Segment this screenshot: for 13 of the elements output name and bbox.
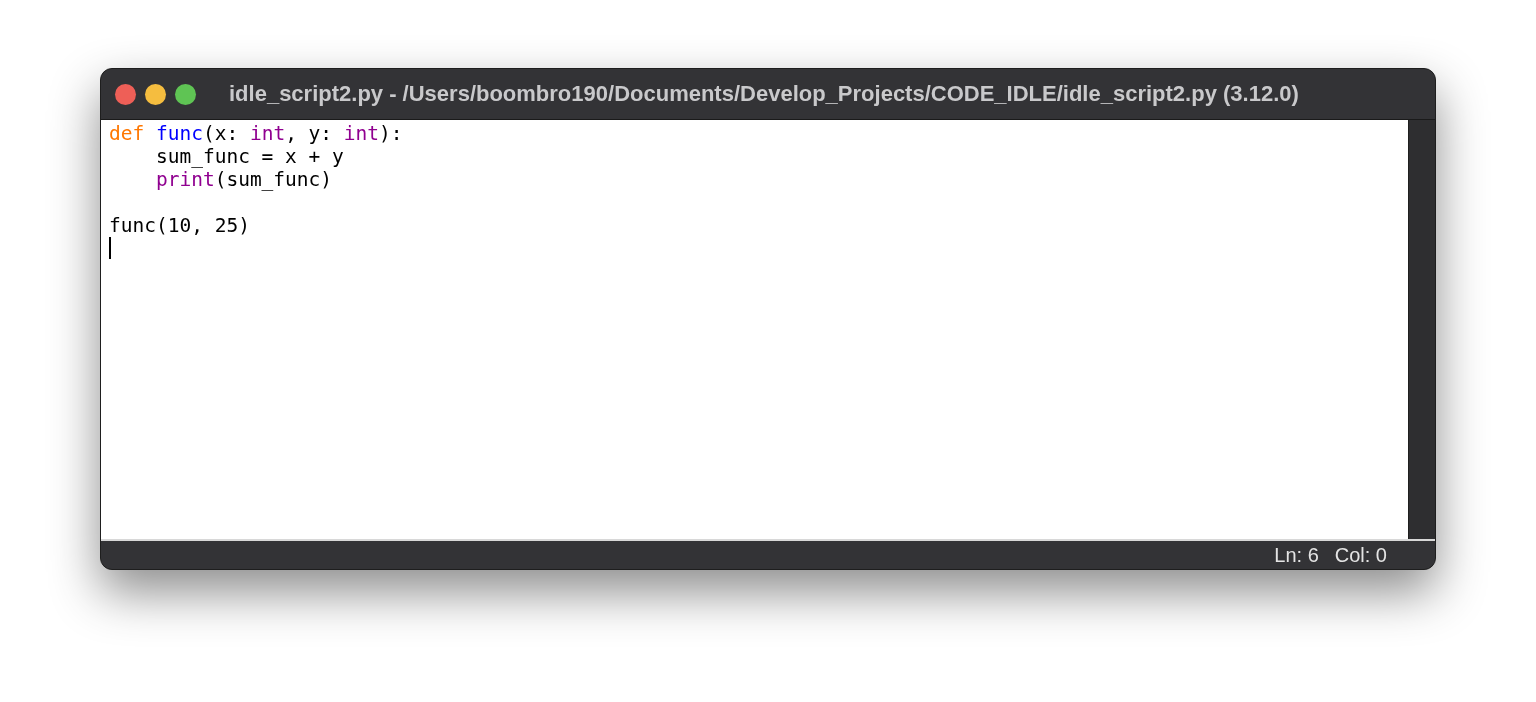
column-number: Col: 0	[1334, 543, 1387, 567]
code-line: print(sum_func)	[154, 168, 333, 191]
code-line: func(10, 25)	[109, 214, 250, 237]
line-number: Ln: 6	[1274, 543, 1319, 567]
minimize-button[interactable]	[145, 83, 166, 105]
close-button[interactable]	[115, 83, 136, 105]
window-title: idle_script2.py - /Users/boombro190/Documents/Develop_Projects/CODE_IDLE/idle_script2.py (3.12.0)	[229, 81, 1299, 107]
code-editor[interactable]: def func(x: int, y: int): sum_func = x + y print(sum_func) func(10, 25)	[101, 120, 1408, 539]
code-line: sum_func = x + y	[154, 145, 344, 168]
scrollbar[interactable]	[1408, 120, 1435, 539]
text-cursor	[109, 237, 111, 259]
zoom-button[interactable]	[175, 83, 196, 105]
code-line: def func(x: int, y: int):	[109, 122, 403, 145]
